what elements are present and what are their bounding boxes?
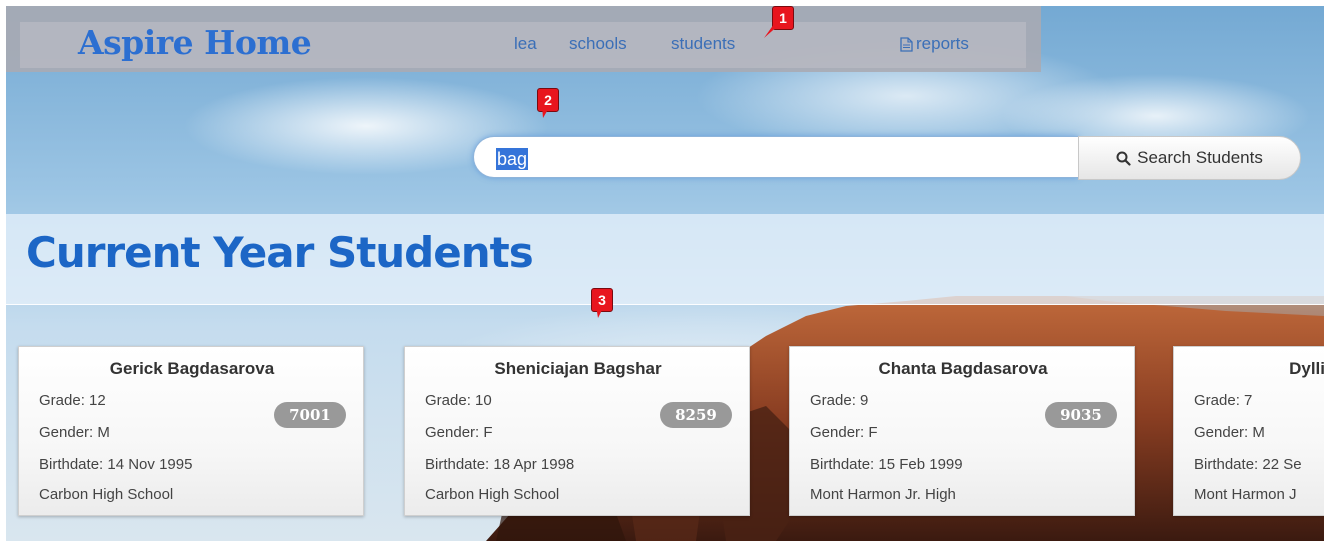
marker-pointer-icon — [764, 24, 780, 38]
nav-reports-label: reports — [916, 34, 969, 53]
page-title: Current Year Students — [26, 228, 534, 277]
student-birthdate: Birthdate: 18 Apr 1998 — [425, 456, 575, 473]
student-grade: Grade: 12 — [39, 392, 106, 409]
student-gender: Gender: F — [810, 424, 878, 441]
nav-link-lea[interactable]: lea — [514, 34, 537, 54]
annotation-marker-2: 2 — [537, 88, 559, 118]
nav-link-reports[interactable]: reports — [900, 34, 969, 54]
student-school: Mont Harmon Jr. High — [810, 486, 956, 503]
student-name: Gerick Bagdasarova — [109, 359, 275, 378]
student-name: Chanta Bagdasarova — [878, 359, 1048, 378]
student-id-badge: 8259 — [660, 402, 732, 428]
student-card[interactable]: Dylli Grade: 7 Gender: M Birthdate: 22 S… — [1173, 346, 1324, 516]
marker-pointer-icon — [542, 106, 550, 118]
search-button-label: Search Students — [1137, 148, 1263, 167]
student-grade: Grade: 7 — [1194, 392, 1253, 409]
student-gender: Gender: F — [425, 424, 493, 441]
student-gender: Gender: M — [1194, 424, 1265, 441]
student-birthdate: Birthdate: 15 Feb 1999 — [810, 456, 963, 473]
student-card[interactable]: Chanta Bagdasarova Grade: 9 Gender: F Bi… — [789, 346, 1135, 516]
nav-link-schools[interactable]: schools — [569, 34, 627, 54]
search-icon — [1116, 151, 1131, 166]
brand-link[interactable]: Aspire Home — [78, 23, 312, 62]
background: Aspire Home lea schools students reports… — [6, 6, 1324, 541]
marker-pointer-icon — [596, 306, 604, 318]
student-id-badge: 7001 — [274, 402, 346, 428]
student-school: Mont Harmon J — [1194, 486, 1297, 503]
student-card[interactable]: Gerick Bagdasarova Grade: 12 Gender: M B… — [18, 346, 364, 516]
student-birthdate: Birthdate: 14 Nov 1995 — [39, 456, 193, 473]
search-students-button[interactable]: Search Students — [1078, 136, 1301, 180]
student-id-badge: 9035 — [1045, 402, 1117, 428]
student-birthdate: Birthdate: 22 Se — [1194, 456, 1302, 473]
page-header: Current Year Students — [6, 214, 1324, 305]
student-gender: Gender: M — [39, 424, 110, 441]
student-name: Sheniciajan Bagshar — [494, 359, 662, 378]
student-grade: Grade: 9 — [810, 392, 869, 409]
annotation-marker-3: 3 — [591, 288, 613, 318]
annotation-marker-1: 1 — [764, 6, 794, 38]
student-school: Carbon High School — [425, 486, 560, 503]
search-input-value: bag — [496, 148, 529, 170]
search-input[interactable]: bag — [473, 136, 1078, 178]
student-name: Dylli — [1289, 359, 1324, 378]
search-group: bag Search Students — [473, 136, 1301, 180]
nav-link-students[interactable]: students — [671, 34, 735, 54]
student-school: Carbon High School — [39, 486, 174, 503]
student-card[interactable]: Sheniciajan Bagshar Grade: 10 Gender: F … — [404, 346, 750, 516]
student-grade: Grade: 10 — [425, 392, 492, 409]
navbar: Aspire Home lea schools students reports — [6, 6, 1041, 72]
document-icon — [900, 36, 913, 52]
